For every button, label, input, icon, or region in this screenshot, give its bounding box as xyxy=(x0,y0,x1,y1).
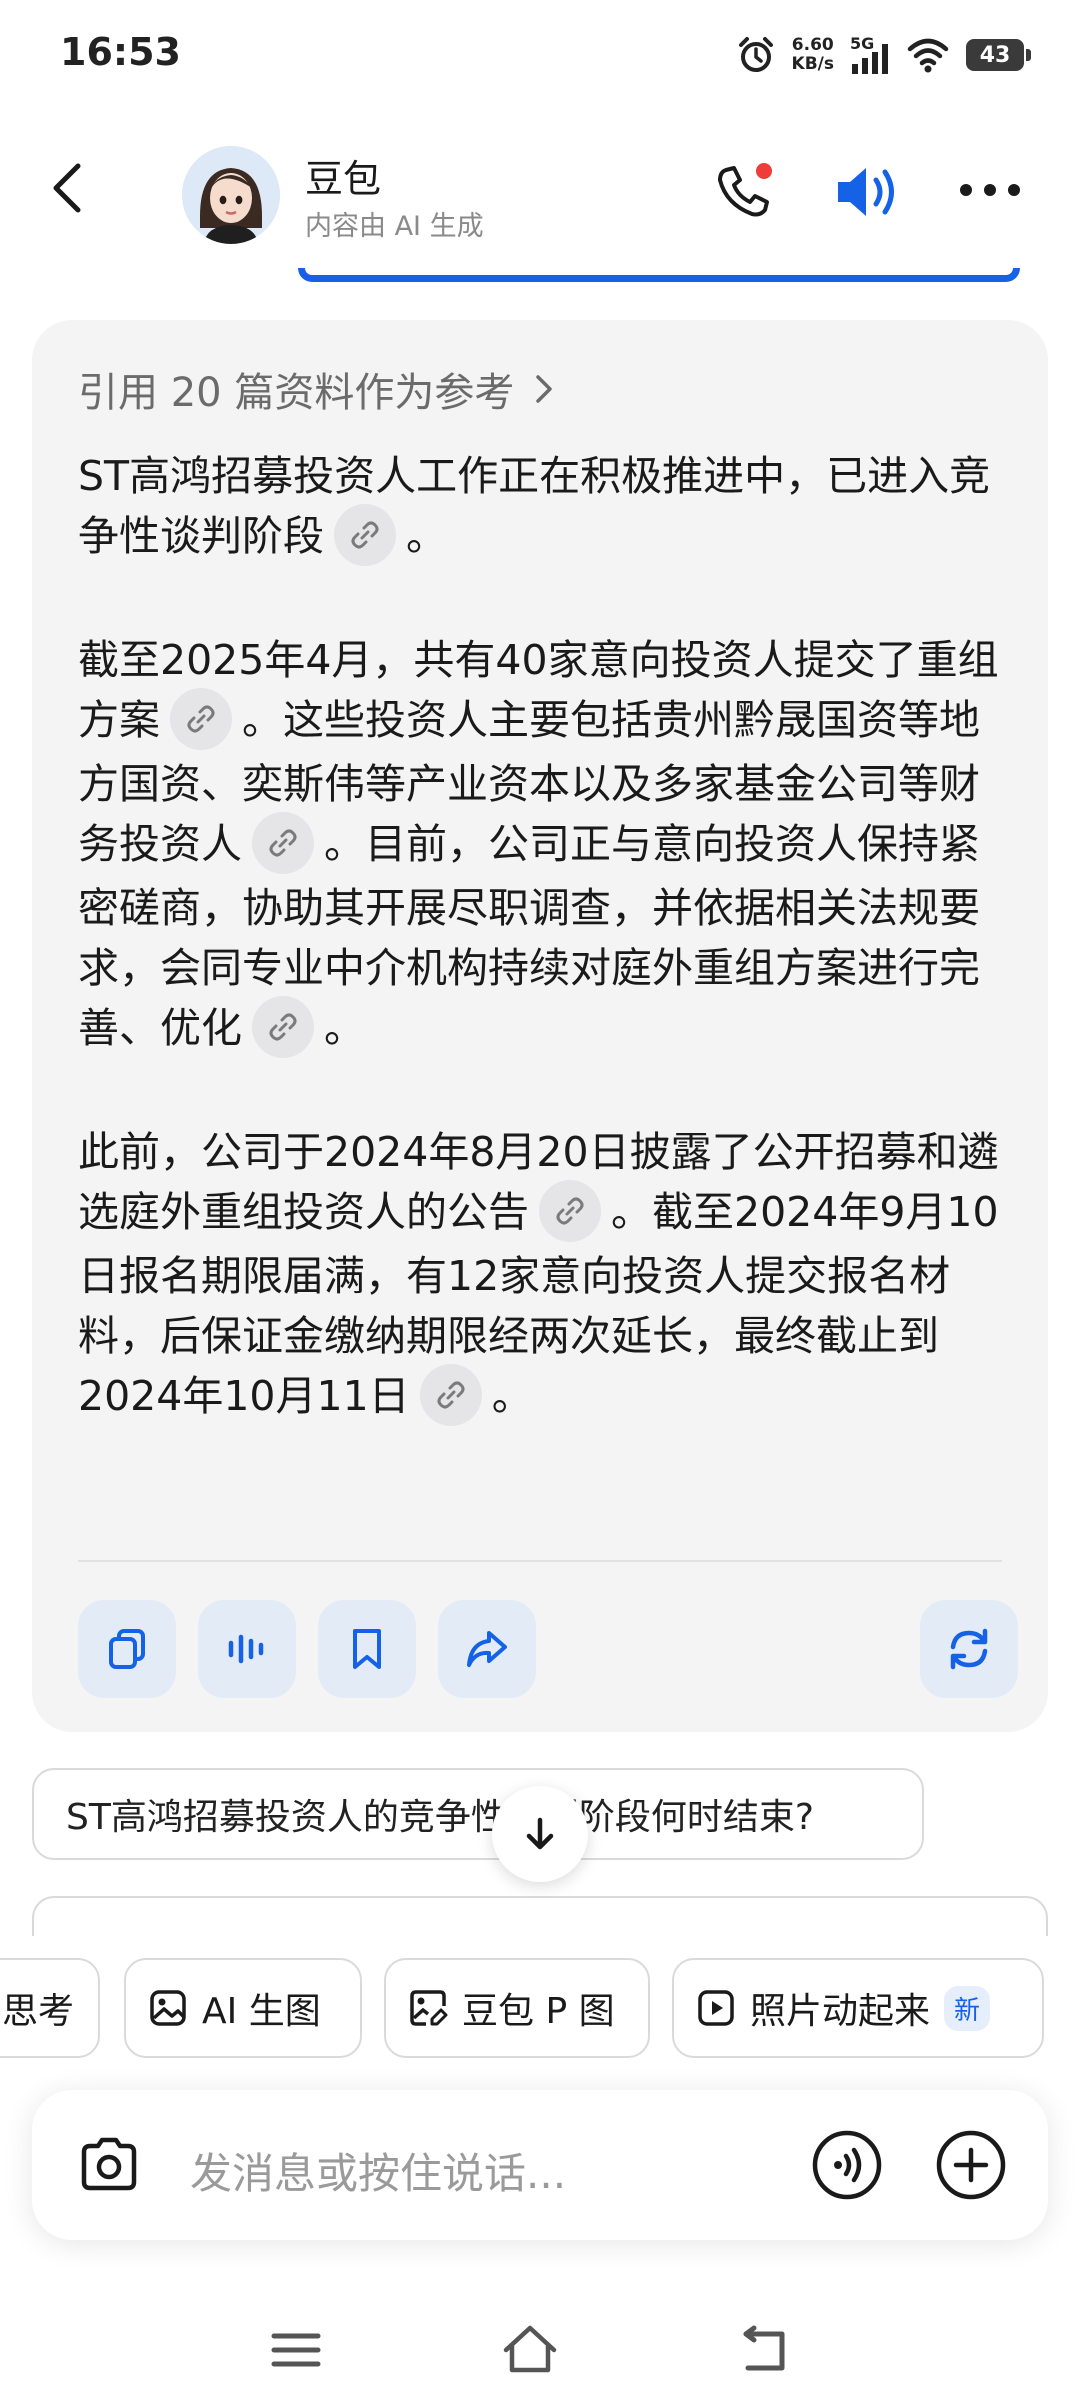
regenerate-icon xyxy=(950,1628,988,1670)
answer-paragraph: ST高鸿招募投资人工作正在积极推进中，已进入竞争性谈判阶段。 xyxy=(78,446,1018,570)
system-nav-bar xyxy=(0,2300,1080,2400)
citation-link-icon[interactable] xyxy=(252,812,314,874)
bookmark-button[interactable] xyxy=(318,1600,416,1698)
suggested-question[interactable]: ST高鸿招募投资人的竞争性谈判阶段何时结束? xyxy=(32,1768,924,1860)
battery-icon: 43 xyxy=(966,39,1031,71)
plus-icon[interactable] xyxy=(934,2128,1008,2202)
answer-actions xyxy=(78,1600,1018,1700)
tool-ai-image[interactable]: AI 生图 xyxy=(124,1958,362,2058)
battery-level: 43 xyxy=(979,42,1011,68)
message-input-bar: 发消息或按住说话... xyxy=(32,2090,1048,2240)
answer-paragraph: 截至2025年4月，共有40家意向投资人提交了重组方案 。这些投资人主要包括贵州黔… xyxy=(78,630,1018,1062)
notification-dot xyxy=(756,163,772,179)
share-icon xyxy=(467,1631,507,1667)
status-bar: 16:53 6.60 KB/s 5G 43 xyxy=(0,0,1080,110)
speaker-icon[interactable] xyxy=(832,160,902,224)
tool-doubao-edit-label: 豆包 P 图 xyxy=(462,1991,615,2032)
signal-icon xyxy=(852,44,888,74)
chevron-right-icon xyxy=(536,375,553,403)
home-icon[interactable] xyxy=(500,2320,560,2380)
wifi-icon xyxy=(907,38,949,73)
net-speed-value: 6.60 xyxy=(791,35,834,55)
back-icon[interactable] xyxy=(40,158,100,218)
citation-link-icon[interactable] xyxy=(252,996,314,1058)
net-speed-unit: KB/s xyxy=(791,54,834,74)
citation-link-icon[interactable] xyxy=(419,1364,482,1426)
new-badge: 新 xyxy=(944,1985,991,2031)
answer-text-segment: 。 xyxy=(491,1372,533,1420)
image-edit-icon xyxy=(410,1990,448,2026)
answer-text: ST高鸿招募投资人工作正在积极推进中，已进入竞争性谈判阶段。 截至2025年4月… xyxy=(78,446,1018,1490)
net-speed: 6.60 KB/s xyxy=(792,36,834,74)
suggested-question-partial[interactable] xyxy=(32,1896,1048,1936)
back-nav-icon[interactable] xyxy=(734,2320,794,2380)
tool-think[interactable]: 思考 xyxy=(0,1958,100,2058)
previous-message-edge xyxy=(298,268,1020,282)
phone-icon[interactable] xyxy=(712,160,776,224)
share-button[interactable] xyxy=(438,1600,536,1698)
tool-ai-image-label: AI 生图 xyxy=(202,1991,321,2032)
answer-text-segment: 。 xyxy=(406,512,447,560)
status-icons: 6.60 KB/s 5G 43 xyxy=(736,30,1031,80)
citation-link-icon[interactable] xyxy=(170,688,232,750)
tool-animate-photo[interactable]: 照片动起来 新 xyxy=(672,1958,1044,2058)
citation-link-icon[interactable] xyxy=(334,504,396,566)
avatar[interactable] xyxy=(182,146,280,244)
tool-think-label: 思考 xyxy=(2,1991,75,2032)
voice-call-icon[interactable] xyxy=(810,2128,884,2202)
suggested-question-text: ST高鸿招募投资人的竞争性谈判阶段何时结束? xyxy=(66,1797,814,1838)
answer-text-segment: ST高鸿招募投资人工作正在积极推进中，已进入竞争性谈判阶段 xyxy=(78,452,991,560)
message-input[interactable]: 发消息或按住说话... xyxy=(190,2140,566,2201)
arrow-down-icon xyxy=(526,1817,554,1850)
alarm-icon xyxy=(738,37,773,72)
menu-icon[interactable] xyxy=(266,2320,326,2380)
read-aloud-icon xyxy=(228,1634,264,1664)
scroll-to-bottom-button[interactable] xyxy=(492,1786,588,1882)
network-type: 5G xyxy=(850,34,890,76)
tool-doubao-edit[interactable]: 豆包 P 图 xyxy=(384,1958,650,2058)
tool-animate-photo-label: 照片动起来 xyxy=(750,1991,931,2032)
camera-icon[interactable] xyxy=(74,2130,144,2200)
answer-card: 引用 20 篇资料作为参考 ST高鸿招募投资人工作正在积极推进中，已进入竞争性谈… xyxy=(32,320,1048,1732)
play-icon xyxy=(698,1990,734,2026)
references-label: 引用 20 篇资料作为参考 xyxy=(78,370,515,416)
copy-icon xyxy=(109,1629,145,1669)
more-icon[interactable] xyxy=(958,178,1022,202)
chat-subtitle: 内容由 AI 生成 xyxy=(305,211,484,242)
regenerate-button[interactable] xyxy=(920,1600,1018,1698)
answer-paragraph: 此前，公司于2024年8月20日披露了公开招募和遴选庭外重组投资人的公告 。截至2… xyxy=(78,1122,1018,1430)
bookmark-icon xyxy=(353,1629,381,1669)
status-time: 16:53 xyxy=(60,30,181,74)
references-link[interactable]: 引用 20 篇资料作为参考 xyxy=(78,360,556,418)
card-divider xyxy=(78,1560,1002,1562)
image-icon xyxy=(150,1990,186,2026)
chat-title: 豆包 xyxy=(305,157,382,201)
answer-text-segment: 。 xyxy=(324,1004,365,1052)
citation-link-icon[interactable] xyxy=(539,1180,601,1242)
chat-header: 豆包 内容由 AI 生成 xyxy=(0,130,1080,260)
read-aloud-button[interactable] xyxy=(198,1600,296,1698)
copy-button[interactable] xyxy=(78,1600,176,1698)
